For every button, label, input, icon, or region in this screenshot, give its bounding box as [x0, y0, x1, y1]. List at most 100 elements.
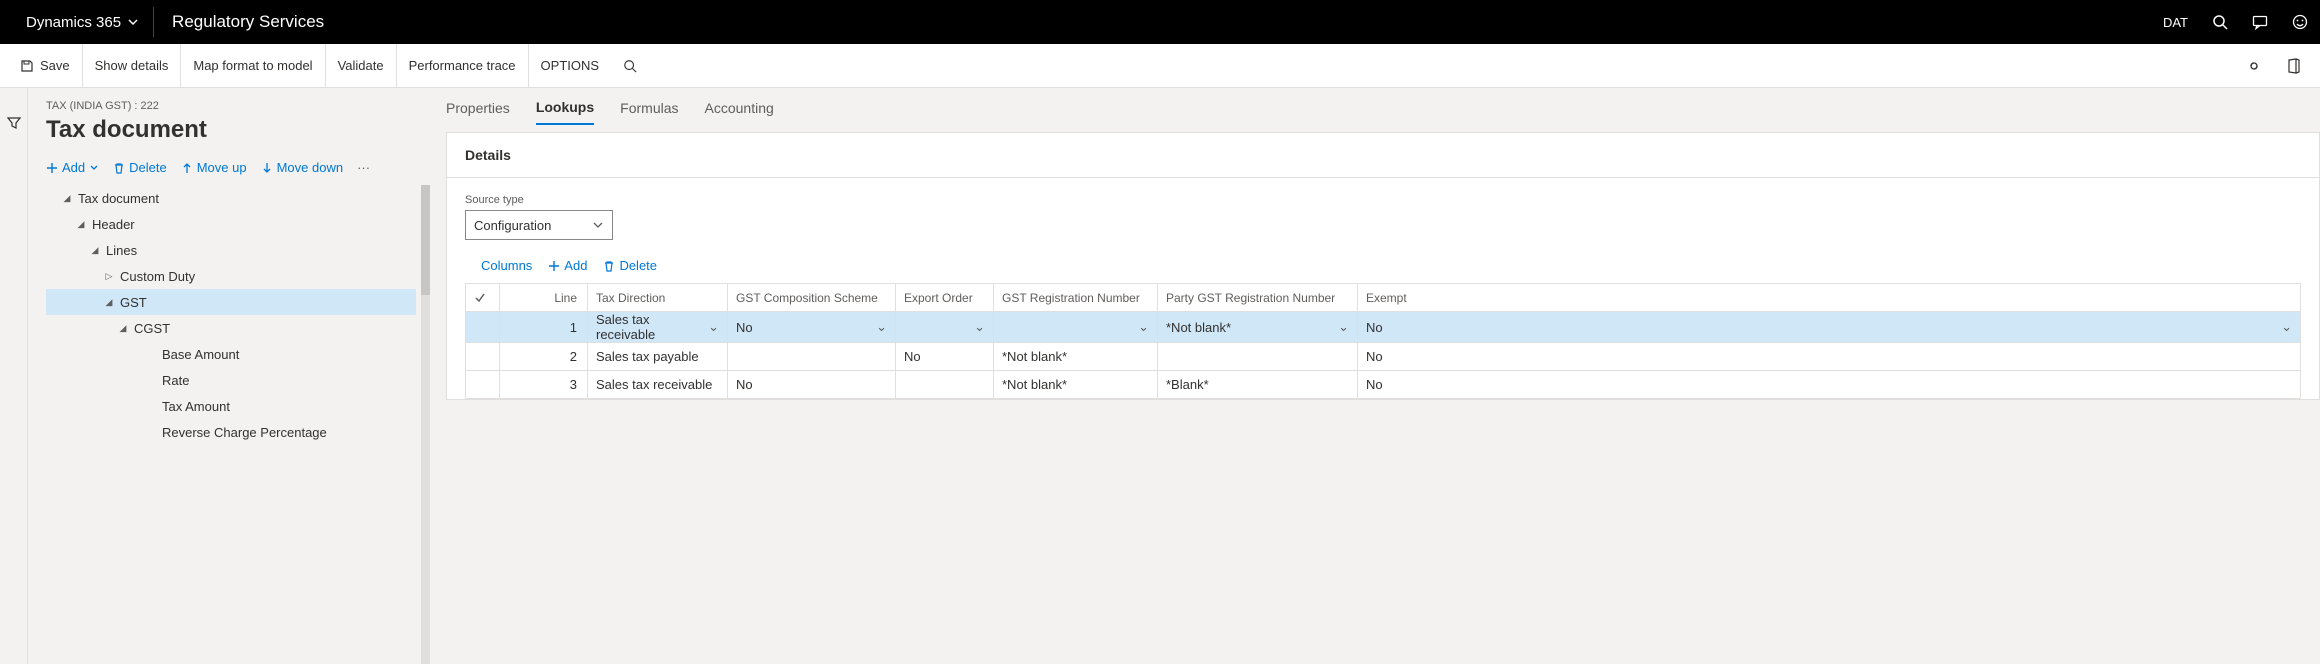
- tree-node-tax-amount[interactable]: Tax Amount: [46, 393, 416, 419]
- col-party-gst-reg[interactable]: Party GST Registration Number: [1158, 284, 1358, 312]
- cell-party-gst-reg[interactable]: *Blank*: [1158, 371, 1358, 399]
- office-button[interactable]: [2274, 58, 2312, 74]
- trash-icon: [113, 162, 125, 174]
- tree-label: Custom Duty: [120, 269, 195, 284]
- cell-exempt[interactable]: No: [1358, 343, 2301, 371]
- cell-gst-comp[interactable]: No⌄: [728, 312, 896, 343]
- tree-label: Tax document: [78, 191, 159, 206]
- feedback-button[interactable]: [2280, 0, 2320, 44]
- tree-node-gst[interactable]: ◢GST: [46, 289, 416, 315]
- cell-export[interactable]: No: [896, 343, 994, 371]
- tree-node-cgst[interactable]: ◢ CGST: [46, 315, 416, 341]
- tree-node-rate[interactable]: Rate: [46, 367, 416, 393]
- chevron-down-icon: [592, 219, 604, 231]
- cell-tax-direction[interactable]: Sales tax receivable: [588, 371, 728, 399]
- cell-gst-comp[interactable]: No: [728, 371, 896, 399]
- plus-icon: [548, 260, 560, 272]
- columns-button[interactable]: Columns: [481, 258, 532, 273]
- search-icon: [2212, 14, 2228, 30]
- col-tax-direction[interactable]: Tax Direction: [588, 284, 728, 312]
- tab-properties[interactable]: Properties: [446, 100, 510, 124]
- spacer: [144, 425, 158, 439]
- company-label: DAT: [2163, 15, 2188, 30]
- col-line[interactable]: Line: [500, 284, 588, 312]
- col-gst-reg[interactable]: GST Registration Number: [994, 284, 1158, 312]
- tree-label: Base Amount: [162, 347, 239, 362]
- brand-menu[interactable]: Dynamics 365: [12, 0, 153, 44]
- tree-node-base-amount[interactable]: Base Amount: [46, 341, 416, 367]
- tree-node-reverse-charge[interactable]: Reverse Charge Percentage: [46, 419, 416, 445]
- more-actions-button[interactable]: ···: [357, 160, 370, 175]
- row-select[interactable]: [466, 343, 500, 371]
- chevron-down-icon: ⌄: [708, 319, 719, 335]
- search-button[interactable]: [2200, 0, 2240, 44]
- cell-tax-direction[interactable]: Sales tax payable: [588, 343, 728, 371]
- options-button[interactable]: OPTIONS: [529, 44, 612, 88]
- save-button[interactable]: Save: [8, 44, 83, 88]
- cell-gst-reg[interactable]: *Not blank*: [994, 371, 1158, 399]
- cell-gst-reg[interactable]: ⌄: [994, 312, 1158, 343]
- cell-gst-comp[interactable]: [728, 343, 896, 371]
- cell-line[interactable]: 1: [500, 312, 588, 343]
- add-node-button[interactable]: Add: [46, 160, 99, 175]
- tree-scrollbar-thumb[interactable]: [421, 185, 430, 295]
- arrow-down-icon: [261, 162, 273, 174]
- chat-icon: [2252, 14, 2268, 30]
- source-type-select[interactable]: Configuration: [465, 210, 613, 240]
- cell-gst-reg[interactable]: *Not blank*: [994, 343, 1158, 371]
- show-details-button[interactable]: Show details: [83, 44, 182, 88]
- map-format-button[interactable]: Map format to model: [181, 44, 325, 88]
- cell-tax-direction[interactable]: Sales tax receivable⌄: [588, 312, 728, 343]
- attach-button[interactable]: [2234, 58, 2274, 74]
- tree-label: GST: [120, 295, 147, 310]
- cell-party-gst-reg[interactable]: [1158, 343, 1358, 371]
- delete-row-button[interactable]: Delete: [603, 258, 657, 273]
- messages-button[interactable]: [2240, 0, 2280, 44]
- cell-export[interactable]: [896, 371, 994, 399]
- tree-node-lines[interactable]: ◢Lines: [46, 237, 416, 263]
- move-up-button[interactable]: Move up: [181, 160, 247, 175]
- breadcrumb: TAX (INDIA GST) : 222: [46, 100, 430, 112]
- col-export[interactable]: Export Order: [896, 284, 994, 312]
- tree-node-header[interactable]: ◢Header: [46, 211, 416, 237]
- grid-row[interactable]: 1 Sales tax receivable⌄ No⌄ ⌄ ⌄ *Not bla…: [466, 312, 2301, 343]
- move-down-button[interactable]: Move down: [261, 160, 343, 175]
- cell-line[interactable]: 2: [500, 343, 588, 371]
- cell-exempt[interactable]: No: [1358, 371, 2301, 399]
- cell-line[interactable]: 3: [500, 371, 588, 399]
- filter-icon[interactable]: [7, 116, 21, 664]
- tree-node-custom-duty[interactable]: ▷Custom Duty: [46, 263, 416, 289]
- row-select[interactable]: [466, 371, 500, 399]
- chevron-down-icon: [89, 163, 99, 173]
- cell-export[interactable]: ⌄: [896, 312, 994, 343]
- validate-button[interactable]: Validate: [326, 44, 397, 88]
- move-up-label: Move up: [197, 160, 247, 175]
- cell-value: Sales tax receivable: [596, 312, 708, 342]
- smile-icon: [2292, 14, 2308, 30]
- source-type-label: Source type: [465, 194, 2301, 206]
- options-label: OPTIONS: [541, 58, 600, 73]
- cell-party-gst-reg[interactable]: *Not blank*⌄: [1158, 312, 1358, 343]
- delete-node-button[interactable]: Delete: [113, 160, 167, 175]
- col-gst-comp[interactable]: GST Composition Scheme: [728, 284, 896, 312]
- tab-formulas[interactable]: Formulas: [620, 100, 678, 124]
- grid-row[interactable]: 3 Sales tax receivable No *Not blank* *B…: [466, 371, 2301, 399]
- tree-node-tax-document[interactable]: ◢Tax document: [46, 185, 416, 211]
- row-select[interactable]: [466, 312, 500, 343]
- tree-label: CGST: [134, 321, 170, 336]
- col-exempt[interactable]: Exempt: [1358, 284, 2301, 312]
- tab-accounting[interactable]: Accounting: [705, 100, 774, 124]
- action-search-button[interactable]: [611, 44, 655, 88]
- grid-row[interactable]: 2 Sales tax payable No *Not blank* No: [466, 343, 2301, 371]
- performance-trace-button[interactable]: Performance trace: [397, 44, 529, 88]
- caret-down-icon: ◢: [116, 321, 130, 335]
- cell-exempt[interactable]: No⌄: [1358, 312, 2301, 343]
- cell-value: No: [736, 320, 753, 335]
- page-title: Tax document: [46, 116, 430, 144]
- add-row-button[interactable]: Add: [548, 258, 587, 273]
- caret-down-icon: ◢: [74, 217, 88, 231]
- tab-lookups[interactable]: Lookups: [536, 99, 594, 125]
- company-picker[interactable]: DAT: [2151, 0, 2200, 44]
- select-all-header[interactable]: [466, 284, 500, 312]
- tree-scrollbar-track[interactable]: [421, 185, 430, 664]
